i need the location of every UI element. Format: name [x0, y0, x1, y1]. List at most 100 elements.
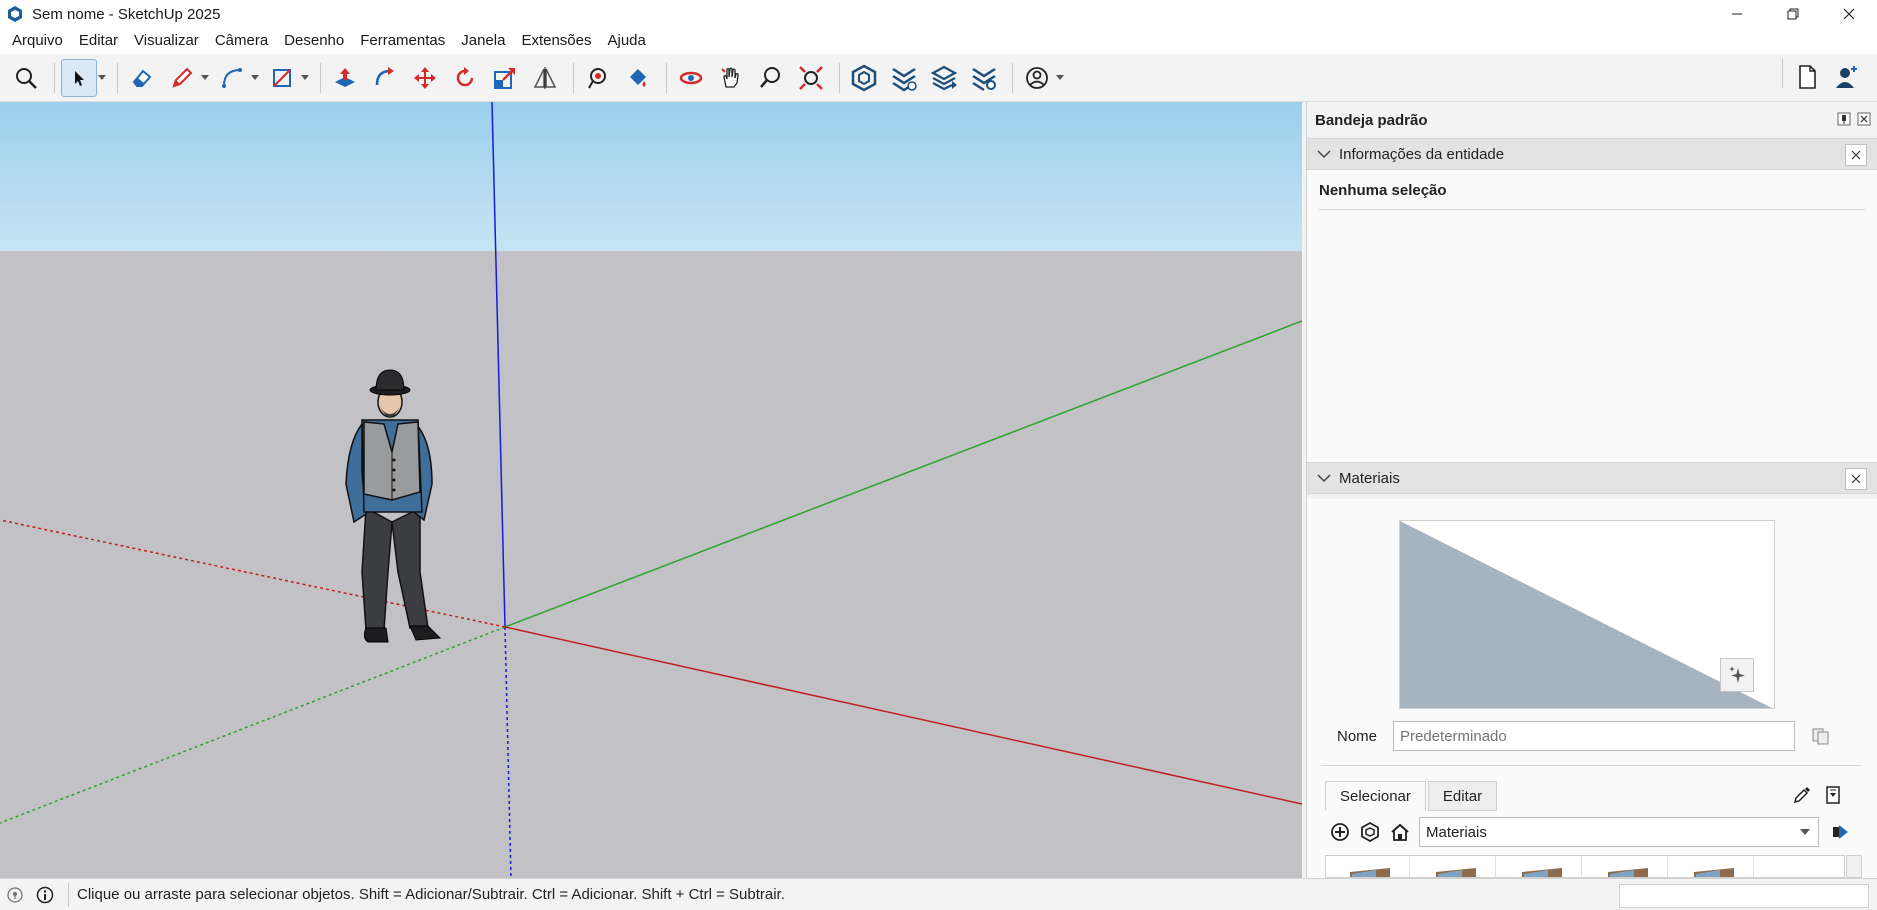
details-icon[interactable]	[1824, 785, 1842, 805]
eyedropper-icon[interactable]	[1792, 785, 1812, 805]
scale-icon	[494, 67, 515, 89]
entity-info-body: Nenhuma seleção	[1307, 170, 1877, 462]
material-swatch[interactable]	[1416, 856, 1496, 877]
3d-viewport[interactable]	[0, 102, 1302, 878]
flip-tool-button[interactable]	[527, 59, 563, 97]
title-bar: Sem nome - SketchUp 2025	[0, 0, 1877, 28]
eraser-tool-button[interactable]	[124, 59, 160, 97]
close-icon[interactable]	[1857, 112, 1871, 126]
minimize-icon	[1732, 13, 1742, 15]
sparkle-icon	[1729, 666, 1745, 683]
layers-icon	[930, 65, 958, 90]
arc-icon	[222, 67, 242, 88]
select-tool-button[interactable]	[61, 58, 97, 97]
material-name-input[interactable]	[1393, 721, 1795, 751]
zoom-tool-button[interactable]	[753, 59, 789, 97]
warehouse-icon[interactable]	[1360, 822, 1380, 842]
tab-edit[interactable]: Editar	[1427, 781, 1498, 811]
materials-panel-header[interactable]: Materiais	[1307, 462, 1877, 494]
material-swatch-grid[interactable]	[1325, 855, 1845, 878]
divider	[1321, 765, 1861, 766]
follow-me-tool-button[interactable]	[367, 59, 403, 97]
pencil-dropdown[interactable]	[200, 59, 210, 97]
menu-camera[interactable]: Câmera	[207, 28, 276, 54]
push-pull-tool-button[interactable]	[327, 59, 363, 97]
menu-editar[interactable]: Editar	[71, 28, 126, 54]
rotate-tool-button[interactable]	[447, 59, 483, 97]
orbit-tool-button[interactable]	[673, 59, 709, 97]
paint-bucket-icon	[630, 68, 646, 87]
scale-tool-button[interactable]	[487, 59, 523, 97]
entity-info-title: Informações da entidade	[1339, 145, 1505, 163]
home-icon[interactable]	[1390, 822, 1410, 842]
warehouse-button[interactable]	[846, 59, 882, 97]
chevron-down-icon	[1317, 474, 1331, 483]
new-file-icon	[1799, 65, 1816, 89]
select-dropdown[interactable]	[97, 59, 107, 97]
close-icon	[1851, 150, 1861, 160]
zoom-extents-tool-button[interactable]	[793, 59, 829, 97]
menu-janela[interactable]: Janela	[453, 28, 513, 54]
folder-icon	[1693, 868, 1734, 877]
tray-title: Bandeja padrão	[1315, 111, 1428, 129]
account-button[interactable]	[1019, 59, 1055, 97]
viewport-scene[interactable]	[0, 102, 1302, 878]
move-tool-button[interactable]	[407, 59, 443, 97]
menu-desenho[interactable]: Desenho	[276, 28, 352, 54]
menu-arquivo[interactable]: Arquivo	[4, 28, 71, 54]
flip-icon	[533, 66, 557, 89]
account-dropdown[interactable]	[1055, 59, 1065, 97]
search-tool-button[interactable]	[8, 59, 44, 97]
pencil-tool-button[interactable]	[164, 59, 200, 97]
arc-tool-button[interactable]	[214, 59, 250, 97]
rectangle-tool-button[interactable]	[264, 59, 300, 97]
material-swatch[interactable]	[1502, 856, 1582, 877]
status-message: Clique ou arraste para selecionar objeto…	[77, 886, 785, 903]
material-swatch[interactable]	[1674, 856, 1754, 877]
menu-extensoes[interactable]: Extensões	[513, 28, 599, 54]
toolbar-separator	[666, 62, 667, 93]
window-title: Sem nome - SketchUp 2025	[32, 5, 221, 23]
entity-info-close-button[interactable]	[1845, 144, 1867, 166]
rectangle-dropdown[interactable]	[300, 59, 310, 97]
swatch-scrollbar[interactable]	[1846, 855, 1862, 878]
entity-info-panel-header[interactable]: Informações da entidade	[1307, 138, 1877, 170]
materials-close-button[interactable]	[1845, 468, 1867, 490]
restore-button[interactable]	[1765, 0, 1821, 28]
minimize-button[interactable]	[1709, 0, 1765, 28]
add-circle-icon[interactable]	[1330, 822, 1350, 842]
arc-dropdown[interactable]	[250, 59, 260, 97]
library-dropdown[interactable]: Materiais	[1419, 817, 1819, 847]
add-user-button[interactable]	[1829, 58, 1865, 96]
menu-ferramentas[interactable]: Ferramentas	[352, 28, 453, 54]
measurements-box[interactable]	[1619, 884, 1869, 908]
menu-ajuda[interactable]: Ajuda	[600, 28, 654, 54]
add-user-icon	[1836, 66, 1857, 88]
geo-location-icon[interactable]	[6, 886, 24, 904]
details-arrow-icon[interactable]	[1831, 822, 1851, 842]
material-swatch[interactable]	[1330, 856, 1410, 877]
push-pull-icon	[335, 67, 355, 87]
no-selection-label: Nenhuma seleção	[1319, 182, 1865, 210]
paint-bucket-tool-button[interactable]	[620, 59, 656, 97]
menu-visualizar[interactable]: Visualizar	[126, 28, 207, 54]
move-icon	[414, 66, 436, 89]
layers-button[interactable]	[926, 59, 962, 97]
duplicate-icon[interactable]	[1811, 726, 1831, 746]
toolbar-separator	[320, 62, 321, 93]
folder-icon	[1349, 868, 1390, 877]
extension-settings-button[interactable]	[966, 59, 1002, 97]
new-file-button[interactable]	[1789, 58, 1825, 96]
close-icon	[1843, 8, 1855, 20]
close-button[interactable]	[1821, 0, 1877, 28]
tab-select[interactable]: Selecionar	[1325, 781, 1426, 811]
warehouse-icon	[851, 64, 877, 91]
tape-measure-tool-button[interactable]	[580, 59, 616, 97]
info-icon[interactable]	[36, 886, 54, 904]
material-swatch[interactable]	[1588, 856, 1668, 877]
pin-icon[interactable]	[1837, 112, 1851, 126]
pencil-icon	[172, 67, 193, 88]
extension-warehouse-button[interactable]	[886, 59, 922, 97]
pan-tool-button[interactable]	[713, 59, 749, 97]
generate-material-button[interactable]	[1720, 658, 1754, 692]
